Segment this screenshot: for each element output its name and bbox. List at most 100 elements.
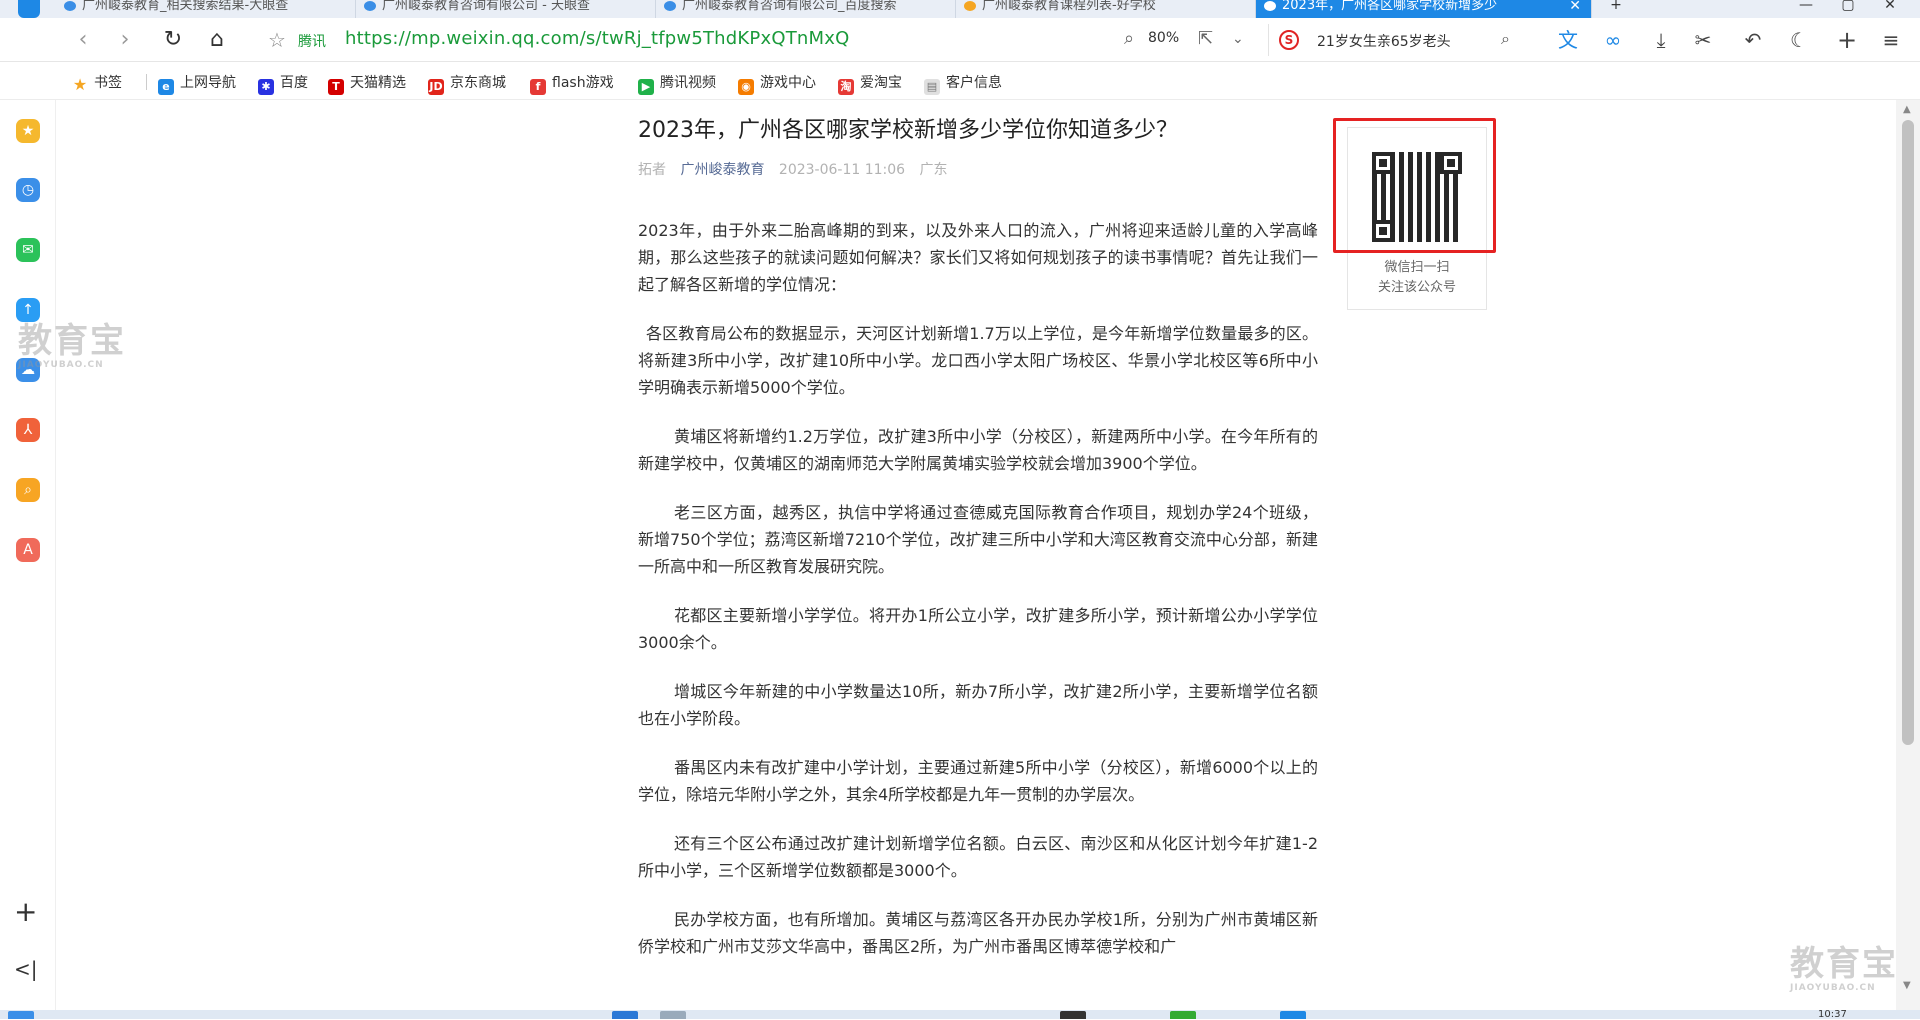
history-clock-icon[interactable]: ◷ [16,178,40,202]
article-paragraph: 黄埔区将新增约1.2万学位，改扩建3所中小学（分校区），新建两所中小学。在今年所… [638,427,1318,473]
home-icon[interactable]: ⌂ [202,26,232,54]
bookmark-star-icon[interactable]: ☆ [268,28,286,52]
highlight-box [1333,118,1496,253]
bookmark-item[interactable]: ★ 书签 [72,72,122,93]
bookmark-label: 腾讯视频 [660,75,716,91]
bookmark-item[interactable]: JD 京东商城 [428,72,506,95]
tab-label: 广州峻泰教育课程列表-好学校 [982,0,1156,13]
zoom-icon[interactable]: ⌕ [1124,28,1134,49]
scroll-down-icon[interactable]: ▼ [1903,980,1911,991]
tab-1[interactable]: 广州峻泰教育_相关搜索结果-大眼查 [56,0,356,18]
wechat-icon[interactable]: ✉ [16,238,40,262]
taskbar: 10:37 [0,1010,1920,1020]
minimize-button[interactable]: — [1786,0,1826,18]
divider [146,74,147,90]
tab-label: 广州峻泰教育_相关搜索结果-大眼查 [82,0,289,13]
chevron-down-icon[interactable]: ⌄ [1232,31,1244,47]
scrollbar[interactable]: ▲ ▼ [1896,100,1920,1019]
article: 2023年，广州各区哪家学校新增多少学位你知道多少？ 拓者 广州峻泰教育 202… [638,115,1318,960]
bookmark-label: 天猫精选 [350,75,406,91]
browser-logo-icon[interactable] [18,0,40,18]
taskbar-app-icon[interactable] [1060,1011,1086,1019]
close-window-button[interactable]: ✕ [1870,0,1910,18]
gamepad-icon: ◉ [738,79,754,95]
sidebar: ★ ◷ ✉ ↑ ☁ ⅄ ⌕ A + <| [0,100,56,1019]
scissors-icon[interactable]: ✂ [1690,27,1716,53]
tab-favicon-icon [364,1,376,11]
bookmark-item[interactable]: ◉ 游戏中心 [738,72,816,95]
collapse-sidebar-icon[interactable]: <| [14,957,38,981]
search-box[interactable]: S 21岁女生亲65岁老头 ⌕ [1268,24,1518,56]
favorites-icon[interactable]: ★ [16,119,40,143]
qr-caption-line2: 关注该公众号 [1377,280,1456,295]
bookmark-label: 京东商城 [450,75,506,91]
taskbar-app-icon[interactable] [8,1011,34,1019]
pdf-icon[interactable]: ⅄ [16,418,40,442]
article-title: 2023年，广州各区哪家学校新增多少学位你知道多少？ [638,118,1178,143]
tab-active[interactable]: 2023年，广州各区哪家学校新增多少 ✕ [1256,0,1592,18]
start-icon[interactable] [612,1011,638,1019]
star-icon: ★ [72,75,88,94]
e-icon: e [158,79,174,95]
night-mode-icon[interactable]: ☾ [1786,27,1812,53]
watermark-subtext: JIAOYUBAO.CN [1790,983,1876,993]
maximize-button[interactable]: ▢ [1828,0,1868,18]
tab-strip: 广州峻泰教育_相关搜索结果-大眼查 广州峻泰教育咨询有限公司 - 天眼查 广州峻… [0,0,1920,18]
menu-icon[interactable]: ≡ [1878,27,1904,53]
translate-tool-icon[interactable]: A [16,538,40,562]
bookmark-item[interactable]: f flash游戏 [530,72,614,95]
add-icon[interactable]: + [1834,27,1860,53]
account-link[interactable]: 广州峻泰教育 [680,162,764,178]
doc-icon: ▤ [924,79,940,95]
file-transfer-icon[interactable]: ↑ [16,298,40,322]
publish-time: 2023-06-11 11:06 [778,162,906,178]
ai-taobao-icon: 淘 [838,79,854,95]
tab-label: 广州峻泰教育咨询有限公司_百度搜索 [682,0,897,13]
url-input[interactable]: https://mp.weixin.qq.com/s/twRj_tfpw5Thd… [345,28,849,49]
sogou-search-icon[interactable]: S [1279,30,1299,50]
infinity-icon[interactable]: ∞ [1600,27,1626,53]
translate-icon[interactable]: 文 [1555,27,1581,53]
bookmark-item[interactable]: ▶ 腾讯视频 [638,72,716,95]
watermark-text: 教育宝 [18,321,126,361]
tab-label: 2023年，广州各区哪家学校新增多少 [1282,0,1498,13]
bookmark-item[interactable]: 淘爱淘宝 [838,72,902,95]
tab-2[interactable]: 广州峻泰教育咨询有限公司 - 天眼查 [356,0,656,18]
bookmark-label: 百度 [280,75,308,91]
tab-favicon-icon [1264,1,1276,11]
search-input[interactable]: 21岁女生亲65岁老头 [1317,31,1451,51]
undo-icon[interactable]: ↶ [1740,27,1766,53]
download-icon[interactable]: ⤓ [1648,27,1674,53]
tab-close-icon[interactable]: ✕ [1569,0,1581,13]
bookmark-item[interactable]: T 天猫精选 [328,72,406,95]
qr-caption-line1: 微信扫一扫 [1384,260,1450,275]
taskbar-app-icon[interactable] [1280,1011,1306,1019]
tab-favicon-icon [964,1,976,11]
meta-tag: 拓者 [638,162,666,178]
article-paragraph: 各区教育局公布的数据显示，天河区计划新增1.7万以上学位，是今年新增学位数量最多… [638,324,1318,397]
bookmark-item[interactable]: e 上网导航 [158,72,236,95]
taskbar-app-icon[interactable] [1170,1011,1196,1019]
site-label: 腾讯 [298,34,326,50]
bookmark-label: 爱淘宝 [860,75,902,91]
share-icon[interactable]: ⇱ [1198,28,1213,49]
forward-icon[interactable]: › [110,26,140,54]
address-bar-row: ‹ › ↻ ⌂ ☆ 腾讯 https://mp.weixin.qq.com/s/… [0,18,1920,62]
bookmark-item[interactable]: ✱ 百度 [258,72,308,95]
tab-3[interactable]: 广州峻泰教育咨询有限公司_百度搜索 [656,0,956,18]
taskbar-app-icon[interactable] [660,1011,686,1019]
refresh-icon[interactable]: ↻ [158,26,188,54]
tab-4[interactable]: 广州峻泰教育课程列表-好学校 [956,0,1256,18]
search-tool-icon[interactable]: ⌕ [16,478,40,502]
zoom-level[interactable]: 80% [1148,30,1179,46]
search-icon[interactable]: ⌕ [1501,29,1510,49]
tab-favicon-icon [64,1,76,11]
tab-label: 广州峻泰教育咨询有限公司 - 天眼查 [382,0,590,13]
scroll-up-icon[interactable]: ▲ [1903,104,1911,115]
new-tab-button[interactable]: + [1596,0,1636,18]
tmall-icon: T [328,79,344,95]
add-sidebar-item-icon[interactable]: + [14,895,37,928]
bookmark-item[interactable]: ▤ 客户信息 [924,72,1002,95]
back-icon[interactable]: ‹ [68,26,98,54]
scroll-thumb[interactable] [1902,120,1914,745]
